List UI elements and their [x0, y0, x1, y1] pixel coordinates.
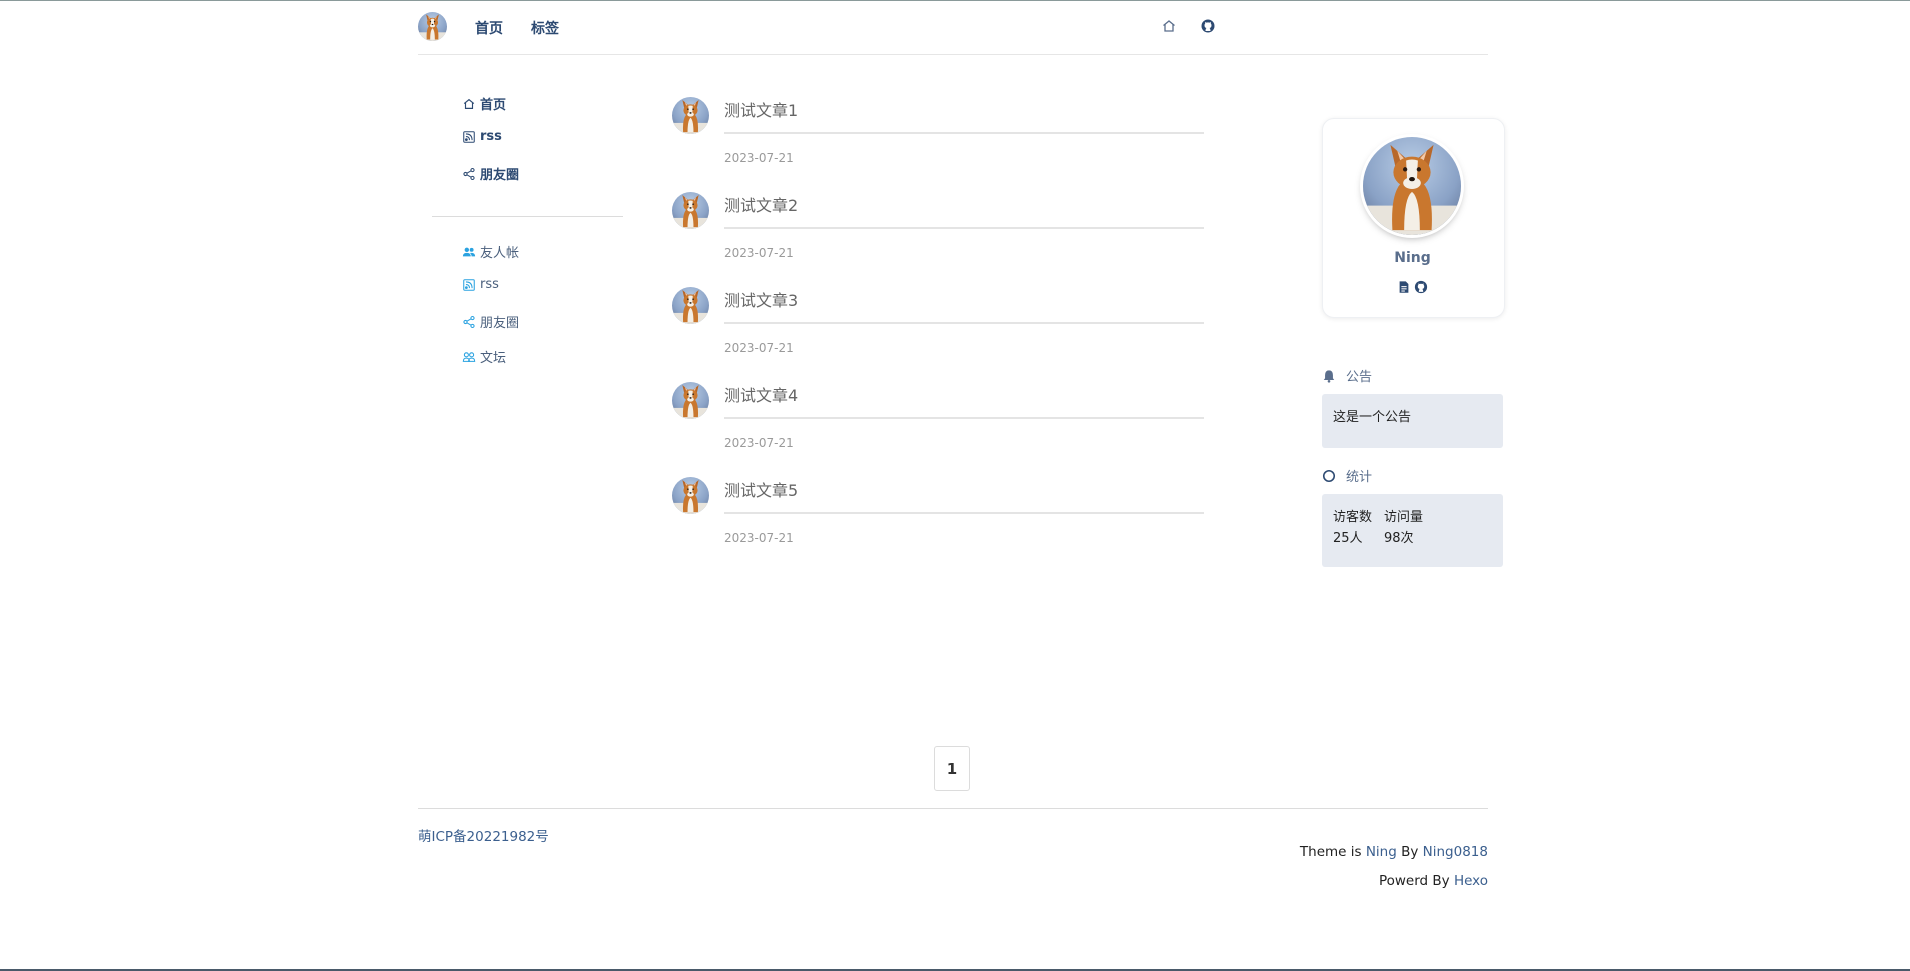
- post-title[interactable]: 测试文章1: [724, 97, 798, 121]
- sidebar-item-label: 首页: [480, 98, 507, 113]
- stats-views-label: 访问量: [1384, 510, 1424, 525]
- sidebar-item-label: 友人帐: [480, 246, 520, 261]
- sidebar-item-rss[interactable]: rss: [462, 129, 502, 144]
- profile-avatar: [1363, 137, 1461, 235]
- nav-link-home[interactable]: 首页: [475, 18, 503, 38]
- stats-box: 访客数 25人 访问量 98次: [1322, 494, 1503, 567]
- post-divider: [724, 417, 1204, 419]
- post-date: 2023-07-21: [724, 531, 794, 545]
- share-icon: [463, 315, 475, 328]
- post-title[interactable]: 测试文章2: [724, 192, 798, 216]
- sidebar-item-friends-circle-secondary[interactable]: 朋友圈: [462, 312, 519, 331]
- stats-title: 统计: [1322, 466, 1372, 485]
- theme-link[interactable]: Ning: [1366, 844, 1397, 860]
- circle-icon: [1322, 469, 1336, 482]
- sidebar-item-friends-circle[interactable]: 朋友圈: [462, 164, 519, 183]
- home-icon: [463, 98, 475, 109]
- post-title[interactable]: 测试文章5: [724, 477, 798, 501]
- post-title[interactable]: 测试文章4: [724, 382, 798, 406]
- post-divider: [724, 132, 1204, 134]
- rss-icon: [463, 130, 475, 143]
- bell-icon: [1323, 369, 1335, 383]
- sidebar-item-label: 朋友圈: [480, 316, 520, 331]
- pagination-page-1[interactable]: 1: [934, 746, 970, 791]
- post-divider: [724, 322, 1204, 324]
- post-date: 2023-07-21: [724, 436, 794, 450]
- stats-title-text: 统计: [1346, 470, 1373, 485]
- sidebar-item-home[interactable]: 首页: [462, 94, 506, 113]
- announcement-text: 这是一个公告: [1333, 410, 1412, 425]
- powered-prefix: Powerd By: [1378, 873, 1454, 889]
- github-icon[interactable]: [1414, 280, 1428, 294]
- group-icon: [462, 351, 476, 362]
- stats-visitors-label: 访客数: [1333, 510, 1373, 525]
- post-avatar: [672, 97, 709, 134]
- profile-name: Ning: [1394, 250, 1431, 266]
- post-date: 2023-07-21: [724, 151, 794, 165]
- sidebar-divider: [432, 216, 623, 217]
- post-avatar: [672, 477, 709, 514]
- sidebar-item-label: rss: [480, 129, 502, 144]
- post-avatar: [672, 287, 709, 324]
- nav-avatar[interactable]: [418, 12, 447, 41]
- top-nav: 首页 标签: [418, 1, 1488, 55]
- post-divider: [724, 512, 1204, 514]
- announcement-box: 这是一个公告: [1322, 394, 1503, 448]
- sidebar-item-forum[interactable]: 文坛: [462, 347, 506, 366]
- announcement-title: 公告: [1322, 366, 1372, 385]
- post-date: 2023-07-21: [724, 341, 794, 355]
- post-avatar: [672, 382, 709, 419]
- sidebar-item-rss-secondary[interactable]: rss: [462, 277, 499, 292]
- post-divider: [724, 227, 1204, 229]
- sidebar-item-label: 文坛: [480, 351, 507, 366]
- icp-link[interactable]: 萌ICP备20221982号: [418, 825, 549, 845]
- share-icon: [463, 167, 475, 180]
- home-icon[interactable]: [1161, 18, 1177, 34]
- document-icon[interactable]: [1397, 280, 1411, 294]
- footer-divider: [418, 808, 1488, 809]
- stats-views-value: 98次: [1384, 531, 1414, 546]
- author-link[interactable]: Ning0818: [1423, 844, 1488, 860]
- sidebar-item-friends[interactable]: 友人帐: [462, 242, 519, 261]
- github-icon[interactable]: [1200, 18, 1216, 34]
- theme-credit: Theme is Ning By Ning0818: [1300, 844, 1488, 860]
- announcement-title-text: 公告: [1346, 370, 1373, 385]
- powered-credit: Powerd By Hexo: [1379, 873, 1488, 889]
- hexo-link[interactable]: Hexo: [1454, 873, 1488, 889]
- post-avatar: [672, 192, 709, 229]
- sidebar-item-label: rss: [480, 277, 499, 292]
- rss-icon: [463, 278, 475, 291]
- nav-link-tags[interactable]: 标签: [531, 18, 559, 38]
- theme-by: By: [1396, 844, 1423, 860]
- post-date: 2023-07-21: [724, 246, 794, 260]
- post-title[interactable]: 测试文章3: [724, 287, 798, 311]
- stats-visitors-value: 25人: [1333, 531, 1363, 546]
- sidebar-item-label: 朋友圈: [480, 168, 520, 183]
- users-icon: [462, 247, 476, 256]
- theme-prefix: Theme is: [1299, 844, 1366, 860]
